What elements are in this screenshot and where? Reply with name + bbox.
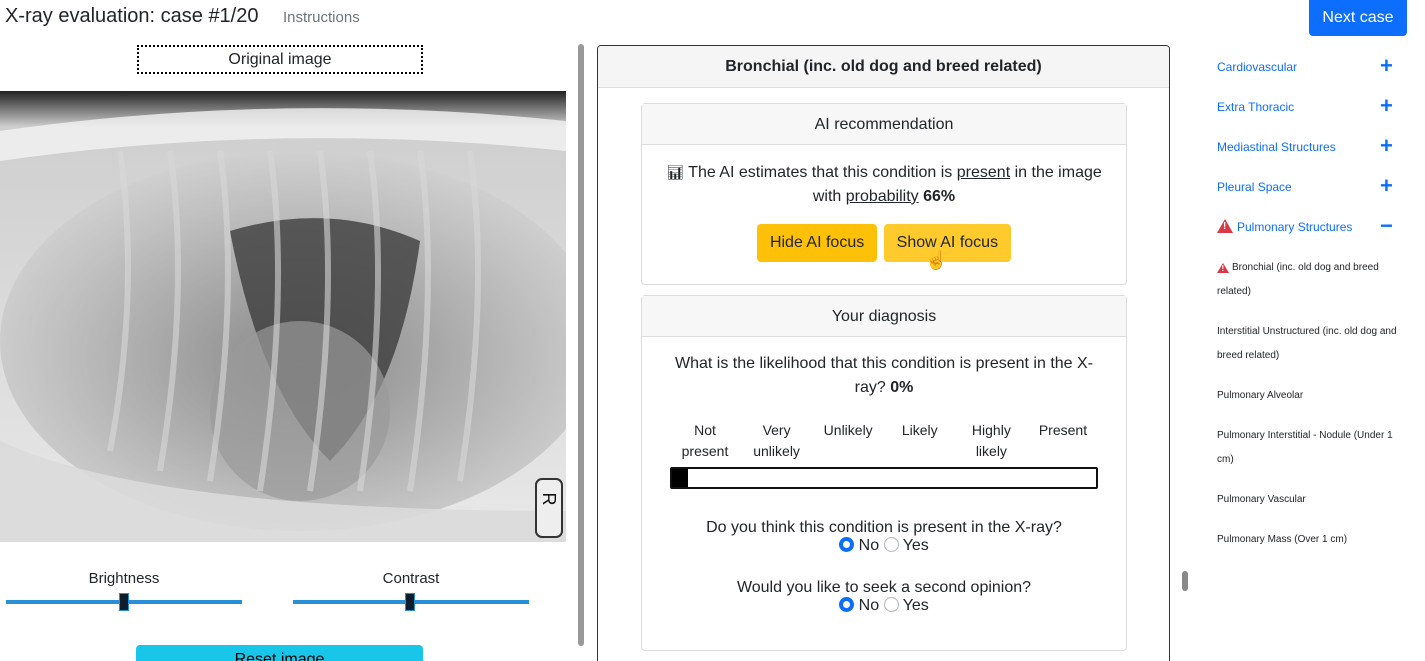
contrast-slider-thumb[interactable] (405, 593, 415, 611)
nav-mediastinal-structures[interactable]: Mediastinal Structures (1217, 140, 1336, 154)
instructions-link[interactable]: Instructions (283, 9, 360, 26)
nav-sub-interstitial[interactable]: Interstitial Unstructured (inc. old dog … (1217, 320, 1402, 368)
condition-panel: Bronchial (inc. old dog and breed relate… (597, 45, 1170, 661)
ai-estimate-text: 📊︎ The AI estimates that this condition … (642, 145, 1126, 209)
nav-sub-nodule[interactable]: Pulmonary Interstitial - Nodule (Under 1… (1217, 424, 1402, 472)
likelihood-scale: Not present Very unlikely Unlikely Likel… (642, 420, 1126, 462)
present-question: Do you think this condition is present i… (706, 519, 1062, 536)
nav-sub-mass[interactable]: Pulmonary Mass (Over 1 cm) (1217, 528, 1402, 552)
second-opinion-yes-radio[interactable] (883, 597, 899, 612)
scale-label: Highly likely (971, 422, 1011, 459)
likelihood-slider-thumb[interactable] (672, 469, 688, 487)
pointer-cursor-icon: ☝ (925, 250, 948, 270)
second-opinion-no-radio[interactable] (839, 597, 855, 612)
collapse-minus-icon[interactable]: − (1380, 215, 1393, 237)
hide-ai-focus-button[interactable]: Hide AI focus (756, 224, 878, 262)
present-yes-radio[interactable] (883, 537, 899, 552)
ai-text-prefix: The AI estimates that this condition is (688, 164, 953, 181)
second-opinion-no-label[interactable]: No (859, 597, 879, 614)
scale-label: Unlikely (823, 422, 873, 438)
xray-image: R (0, 91, 566, 542)
brightness-label: Brightness (88, 570, 160, 587)
present-radio-group: No Yes (642, 537, 1126, 555)
second-opinion-radio-group: No Yes (642, 597, 1126, 615)
likelihood-question: What is the likelihood that this conditi… (642, 337, 1126, 400)
ai-probability-value: 66% (923, 188, 956, 205)
second-opinion-yes-label[interactable]: Yes (903, 597, 929, 614)
expand-plus-icon[interactable]: + (1380, 135, 1393, 157)
chart-icon: 📊︎ (666, 164, 685, 180)
likelihood-question-text: What is the likelihood that this conditi… (675, 355, 1093, 396)
brightness-slider-thumb[interactable] (119, 593, 129, 611)
present-yes-label[interactable]: Yes (903, 537, 929, 554)
likelihood-value: 0% (890, 379, 914, 396)
nav-cardiovascular[interactable]: Cardiovascular (1217, 60, 1297, 74)
scale-label: Likely (901, 422, 938, 438)
next-case-button[interactable]: Next case (1309, 0, 1407, 36)
diagnosis-card-header: Your diagnosis (642, 296, 1126, 337)
diagnosis-card: Your diagnosis What is the likelihood th… (641, 295, 1127, 651)
nav-sub-bronchial[interactable]: Bronchial (inc. old dog and breed relate… (1217, 256, 1402, 304)
probability-link[interactable]: probability (846, 188, 919, 205)
scroll-handle[interactable] (1182, 571, 1188, 591)
nav-pulmonary-structures[interactable]: Pulmonary Structures (1237, 220, 1352, 234)
present-no-radio[interactable] (839, 537, 855, 552)
ai-status-link[interactable]: present (957, 164, 1010, 181)
second-opinion-question: Would you like to seek a second opinion? (736, 579, 1032, 596)
page-title: X-ray evaluation: case #1/20 (5, 5, 259, 27)
nav-sub-vascular[interactable]: Pulmonary Vascular (1217, 488, 1402, 512)
condition-title: Bronchial (inc. old dog and breed relate… (598, 46, 1169, 88)
contrast-label: Contrast (382, 570, 440, 587)
scale-label: Not present (681, 422, 729, 459)
original-image-toggle[interactable]: Original image (137, 45, 423, 74)
warning-icon (1217, 219, 1233, 233)
r-marker-label: R (539, 493, 559, 506)
reset-image-button[interactable]: Reset image (136, 645, 423, 661)
ai-card-header: AI recommendation (642, 104, 1126, 145)
pane-resize-handle[interactable] (578, 44, 584, 646)
scale-label: Very unlikely (753, 422, 800, 459)
ai-recommendation-card: AI recommendation 📊︎ The AI estimates th… (641, 103, 1127, 285)
expand-plus-icon[interactable]: + (1380, 95, 1393, 117)
present-no-label[interactable]: No (859, 537, 879, 554)
nav-pleural-space[interactable]: Pleural Space (1217, 180, 1292, 194)
likelihood-slider[interactable] (670, 467, 1098, 489)
expand-plus-icon[interactable]: + (1380, 55, 1393, 77)
nav-sub-alveolar[interactable]: Pulmonary Alveolar (1217, 384, 1402, 408)
expand-plus-icon[interactable]: + (1380, 175, 1393, 197)
scale-label: Present (1038, 422, 1088, 438)
nav-extra-thoracic[interactable]: Extra Thoracic (1217, 100, 1294, 114)
